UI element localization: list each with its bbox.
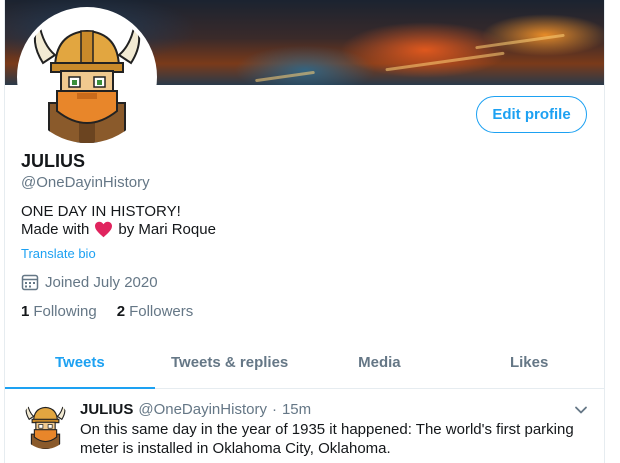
follow-stats: 1 Following 2 Followers	[21, 303, 193, 320]
edit-profile-button[interactable]: Edit profile	[476, 96, 587, 133]
following-label: Following	[33, 303, 97, 320]
followers-link[interactable]: 2 Followers	[117, 303, 194, 320]
following-count: 1	[21, 303, 30, 320]
tweet[interactable]: JULIUS @OneDayinHistory · 15m On this sa…	[5, 389, 604, 463]
tab-likes[interactable]: Likes	[454, 336, 604, 388]
profile-avatar[interactable]	[17, 7, 157, 147]
followers-count: 2	[116, 303, 126, 320]
viking-avatar-icon	[21, 400, 70, 449]
tab-tweets[interactable]: Tweets	[5, 336, 155, 389]
bio-line-2: Made with by Mari Roque	[21, 221, 216, 238]
joined-date: Joined July 2020	[21, 273, 158, 291]
tweet-author-name[interactable]: JULIUS	[80, 401, 133, 418]
followers-label: Followers	[129, 303, 194, 320]
tweet-text: On this same day in the year of 1935 it …	[80, 421, 574, 457]
profile-handle: @OneDayinHistory	[21, 174, 150, 191]
tweet-author-handle[interactable]: @OneDayinHistory	[138, 401, 267, 418]
profile-tabs: Tweets Tweets & replies Media Likes	[5, 336, 604, 389]
bio-line: ONE DAY IN HISTORY!	[21, 203, 181, 220]
calendar-icon	[21, 274, 39, 291]
tab-tweets-replies[interactable]: Tweets & replies	[155, 336, 305, 388]
tab-media[interactable]: Media	[305, 336, 455, 388]
translate-bio-link[interactable]: Translate bio	[21, 246, 96, 261]
chevron-down-icon[interactable]	[572, 401, 590, 419]
following-link[interactable]: 1 Following	[21, 303, 97, 320]
profile-name: JULIUS	[21, 151, 86, 171]
profile-page: Edit profile JULIUS @OneDayinHistory ONE…	[4, 0, 605, 463]
bio-made-with: Made with	[21, 221, 90, 238]
joined-text: Joined July 2020	[45, 273, 158, 291]
tweet-time[interactable]: 15m	[282, 401, 311, 418]
viking-avatar-icon	[21, 11, 153, 143]
heart-icon	[95, 221, 113, 238]
bio-by: by Mari Roque	[118, 221, 216, 238]
tweet-header: JULIUS @OneDayinHistory · 15m	[80, 401, 311, 418]
tweet-avatar[interactable]	[21, 400, 70, 449]
tweet-separator: ·	[271, 401, 277, 418]
